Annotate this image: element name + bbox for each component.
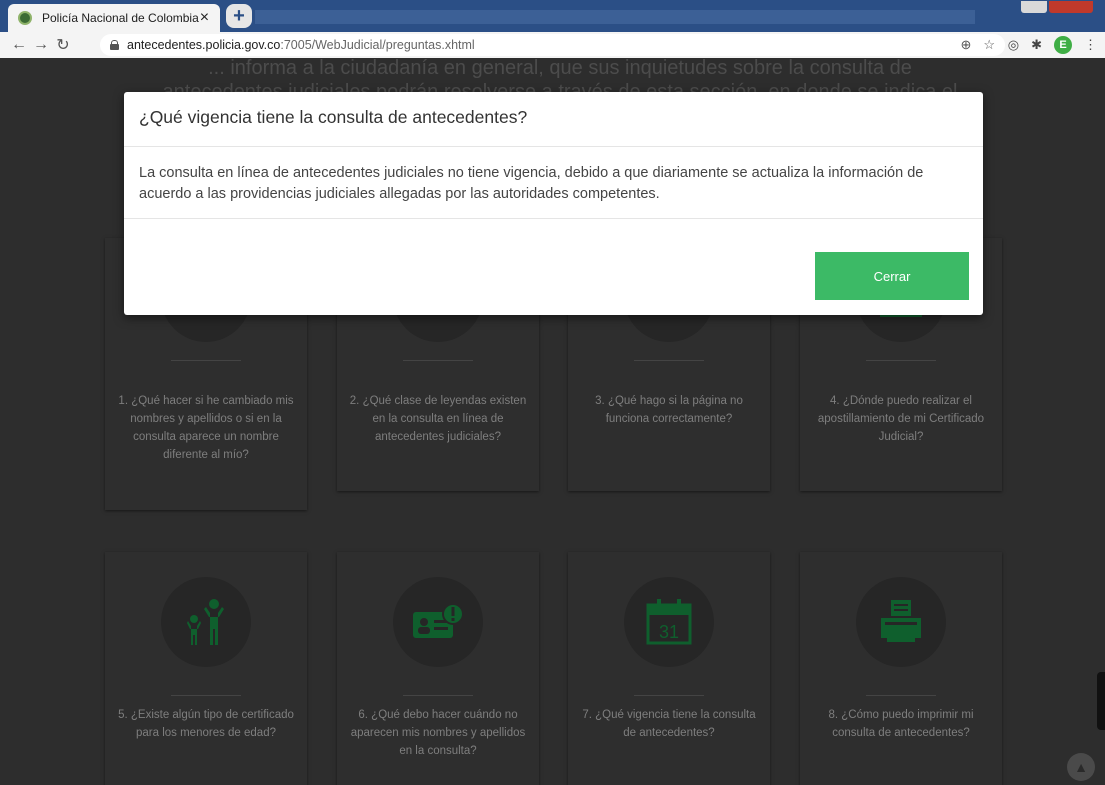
card-divider (866, 695, 936, 696)
tab-bar-background (255, 10, 975, 24)
window-close-button[interactable] (1049, 1, 1093, 13)
calendar-day-number: 31 (659, 622, 679, 642)
printer-icon (856, 577, 946, 667)
faq-card-5[interactable]: 5. ¿Existe algún tipo de certificado par… (105, 552, 307, 785)
back-arrow-icon[interactable]: ← (8, 36, 30, 54)
modal-title: ¿Qué vigencia tiene la consulta de antec… (124, 92, 983, 147)
zoom-icon[interactable]: ⊕ (960, 37, 971, 53)
bookmark-star-icon[interactable]: ☆ (983, 37, 995, 53)
side-feedback-tab[interactable] (1097, 672, 1105, 730)
url-path: :7005/WebJudicial/preguntas.xhtml (280, 38, 475, 52)
modal-footer: Cerrar (124, 219, 983, 315)
extension-icon[interactable]: ◎ (1008, 37, 1019, 53)
card-divider (634, 360, 704, 361)
tab-title: Policía Nacional de Colombia (42, 11, 199, 25)
adult-child-icon (161, 577, 251, 667)
faq-card-7[interactable]: 31 7. ¿Qué vigencia tiene la consulta de… (568, 552, 770, 785)
tab-close-button[interactable]: × (199, 9, 210, 27)
browser-toolbar: ← → ↻ antecedentes.policia.gov.co:7005/W… (0, 32, 1105, 58)
faq-card-label: 8. ¿Cómo puedo imprimir mi consulta de a… (828, 709, 974, 739)
scroll-to-top-icon[interactable]: ▲ (1067, 753, 1095, 781)
url-host: antecedentes.policia.gov.co (127, 38, 281, 52)
puzzle-piece-icon[interactable]: ✱ (1031, 37, 1042, 53)
forward-arrow-icon[interactable]: → (30, 36, 52, 54)
reload-icon[interactable]: ↻ (52, 35, 74, 55)
card-divider (634, 695, 704, 696)
card-divider (866, 360, 936, 361)
faq-card-label: 5. ¿Existe algún tipo de certificado par… (118, 709, 294, 739)
address-bar[interactable]: antecedentes.policia.gov.co:7005/WebJudi… (100, 34, 1005, 56)
card-divider (171, 360, 241, 361)
extensions-area: ◎ ✱ E ⋮ (1008, 35, 1097, 55)
browser-tab[interactable]: Policía Nacional de Colombia × (8, 4, 220, 32)
faq-card-label: 7. ¿Qué vigencia tiene la consulta de an… (582, 709, 756, 739)
kebab-menu-icon[interactable]: ⋮ (1084, 37, 1097, 53)
browser-tab-bar: Policía Nacional de Colombia × + (0, 0, 1105, 32)
faq-card-label: 3. ¿Qué hago si la página no funciona co… (595, 395, 743, 425)
card-divider (171, 695, 241, 696)
window-controls (1021, 0, 1101, 14)
card-divider (403, 360, 473, 361)
minimize-button[interactable] (1021, 1, 1047, 13)
faq-modal-dialog: ¿Qué vigencia tiene la consulta de antec… (124, 92, 983, 315)
close-button[interactable]: Cerrar (815, 252, 969, 300)
card-divider (403, 695, 473, 696)
new-tab-button[interactable]: + (226, 4, 252, 28)
faq-card-6[interactable]: 6. ¿Qué debo hacer cuándo no aparecen mi… (337, 552, 539, 785)
profile-avatar[interactable]: E (1054, 36, 1072, 54)
faq-card-label: 1. ¿Qué hacer si he cambiado mis nombres… (118, 395, 294, 461)
lock-icon (110, 40, 119, 50)
police-favicon-icon (18, 11, 32, 25)
faq-card-8[interactable]: 8. ¿Cómo puedo imprimir mi consulta de a… (800, 552, 1002, 785)
faq-card-label: 2. ¿Qué clase de leyendas existen en la … (349, 395, 527, 443)
calendar-icon: 31 (624, 577, 714, 667)
id-card-alert-icon (393, 577, 483, 667)
address-bar-actions: ⊕ ☆ (960, 34, 995, 56)
faq-card-label: 6. ¿Qué debo hacer cuándo no aparecen mi… (350, 709, 526, 757)
modal-body-text: La consulta en línea de antecedentes jud… (124, 147, 983, 219)
faq-card-label: 4. ¿Dónde puedo realizar el apostillamie… (817, 395, 985, 443)
